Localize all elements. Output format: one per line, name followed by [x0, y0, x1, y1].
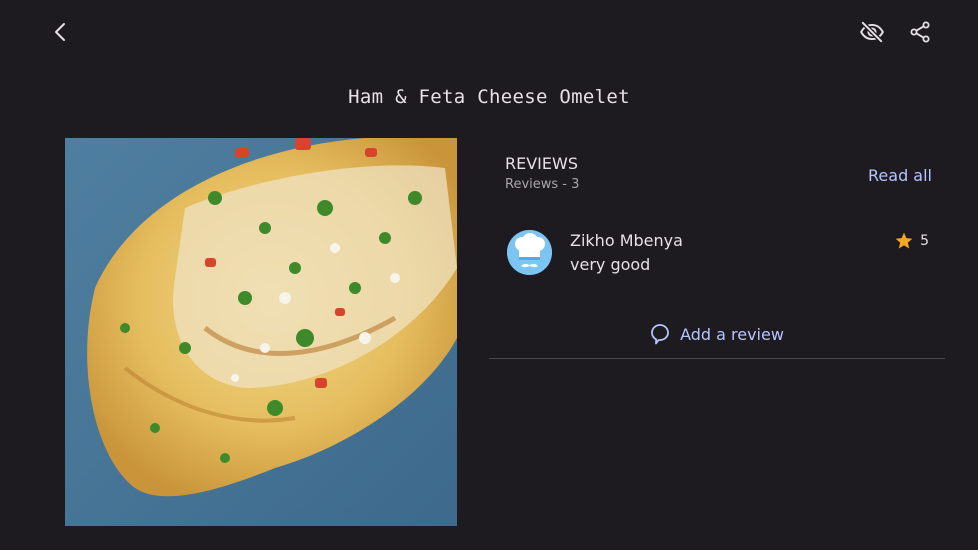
read-all-link[interactable]: Read all	[868, 166, 932, 185]
omelet-image	[65, 138, 457, 526]
recipe-title: Ham & Feta Cheese Omelet	[348, 86, 630, 108]
rating-value: 5	[920, 233, 929, 249]
reviewer-name: Zikho Mbenya	[570, 231, 683, 250]
divider	[489, 358, 945, 359]
visibility-off-icon	[860, 21, 884, 43]
review-text: very good	[570, 255, 651, 274]
review-item: Zikho Mbenya very good 5	[489, 222, 945, 282]
reviews-section: REVIEWS Reviews - 3 Read all Zikho Mbeny…	[489, 140, 945, 360]
chef-avatar	[507, 230, 552, 275]
star-icon	[895, 232, 913, 249]
arrow-back-icon	[55, 23, 65, 41]
share-button[interactable]	[900, 12, 940, 52]
review-rating: 5	[894, 231, 929, 251]
recipe-photo	[65, 138, 457, 526]
reviews-heading: REVIEWS	[505, 154, 578, 173]
add-review-label: Add a review	[680, 324, 784, 344]
chat-bubble-icon	[651, 324, 669, 345]
back-button[interactable]	[41, 12, 81, 52]
share-icon	[910, 21, 930, 43]
hide-button[interactable]	[852, 12, 892, 52]
reviews-count: Reviews - 3	[505, 177, 580, 192]
top-app-bar	[0, 0, 978, 64]
chef-hat-icon	[507, 230, 552, 275]
add-review-button[interactable]: Add a review	[489, 323, 945, 345]
